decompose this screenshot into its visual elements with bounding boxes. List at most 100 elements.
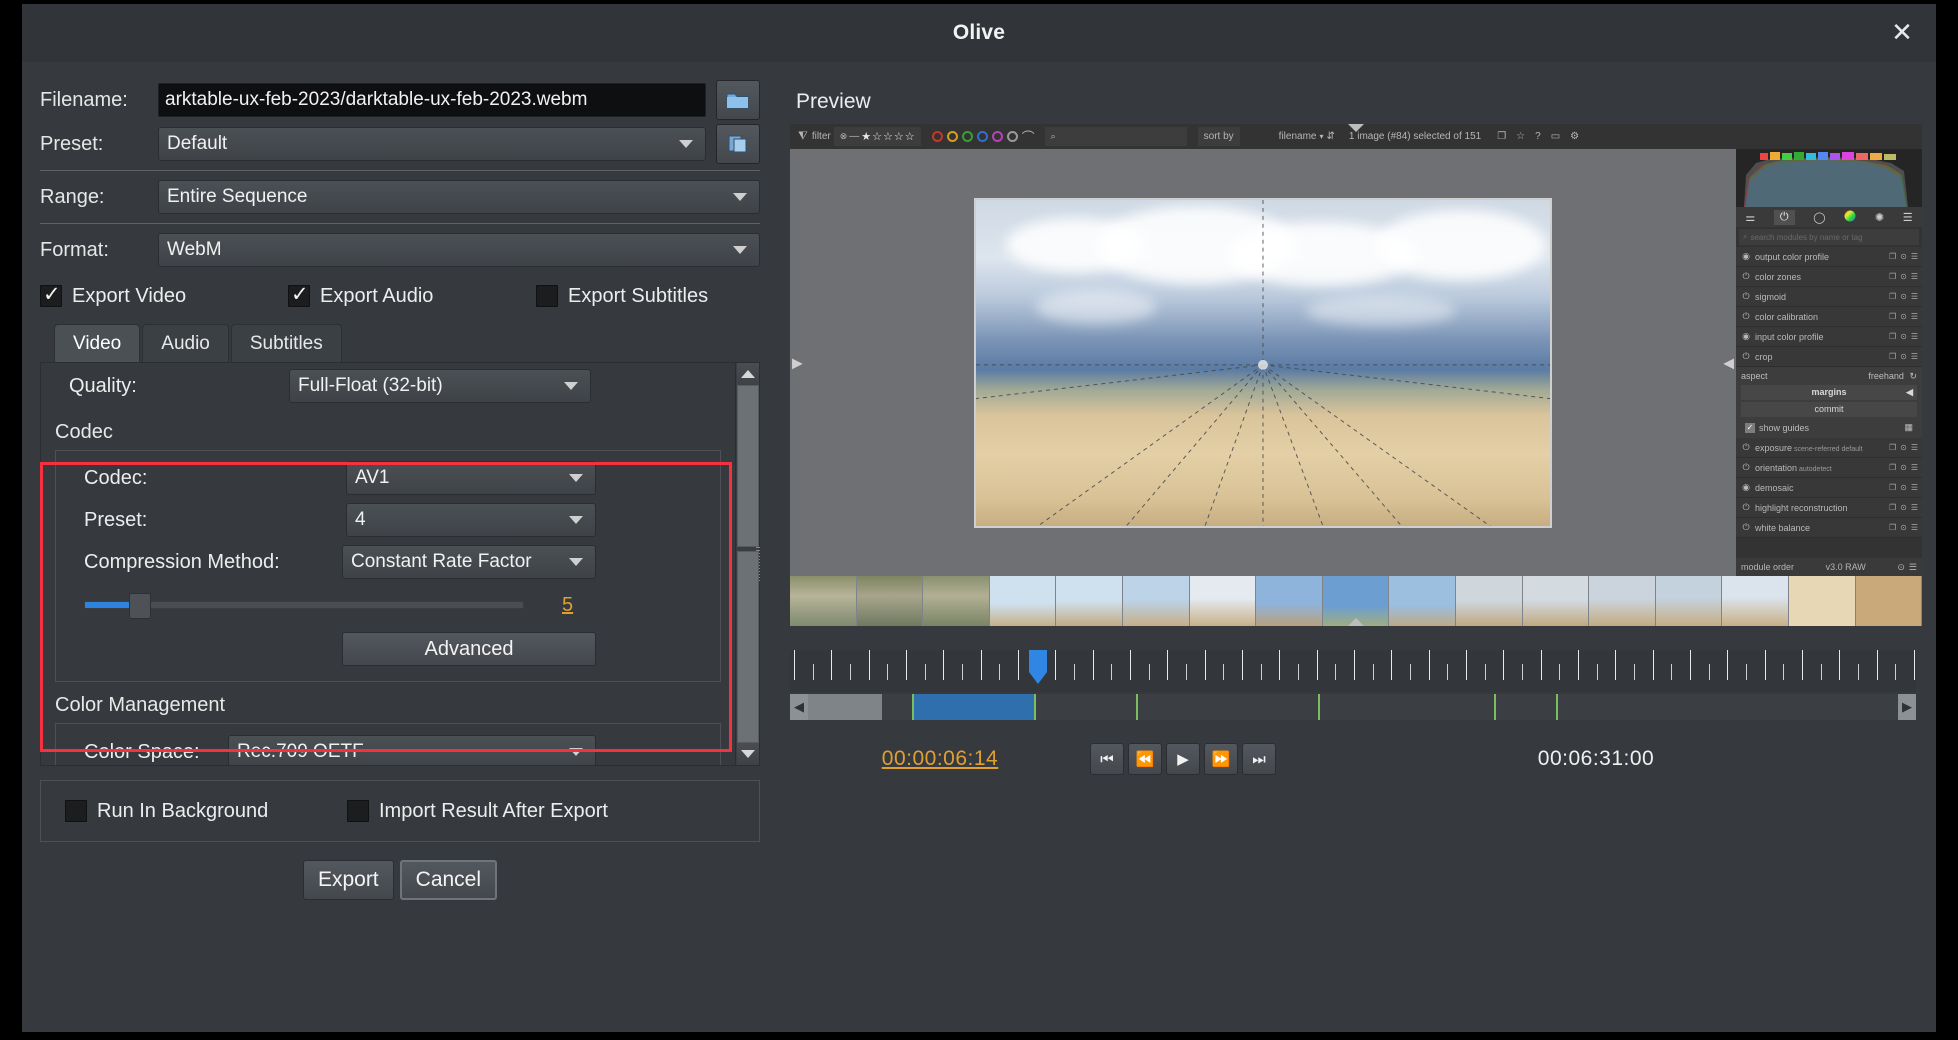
dt-histogram[interactable]: [1736, 149, 1922, 207]
preset-select[interactable]: Default: [158, 127, 706, 161]
filmstrip-thumb-selected[interactable]: [1855, 576, 1922, 626]
close-icon[interactable]: ✕: [1882, 13, 1922, 53]
dt-show-guides-row[interactable]: ✓ show guides ▦: [1741, 419, 1917, 436]
dt-image-canvas[interactable]: [974, 197, 1552, 528]
compression-select[interactable]: Constant Rate Factor: [342, 545, 596, 579]
codec-preset-select[interactable]: 4: [346, 503, 596, 537]
dt-right-panel-toggle[interactable]: ◀: [1723, 354, 1734, 371]
filmstrip-thumb[interactable]: [1122, 576, 1190, 626]
presets-icon[interactable]: ☰: [1911, 292, 1918, 301]
crf-slider-value[interactable]: 5: [562, 594, 573, 617]
rewind-button[interactable]: ⏪: [1128, 743, 1162, 775]
presets-icon[interactable]: ☰: [1911, 312, 1918, 321]
power-icon[interactable]: ⏻: [1740, 312, 1752, 322]
timeline-ruler[interactable]: [790, 650, 1916, 692]
radio-icon[interactable]: ◉: [1740, 332, 1752, 342]
crf-slider[interactable]: [84, 593, 524, 619]
filmstrip-thumb[interactable]: [1189, 576, 1257, 626]
duplicate-icon[interactable]: ❐: [1889, 332, 1896, 341]
run-in-background-checkbox[interactable]: Run In Background: [65, 800, 347, 823]
dt-module-row[interactable]: ⏻ orientation autodetect ❐ ⊙ ☰: [1736, 458, 1922, 478]
color-label-purple-icon[interactable]: [991, 131, 1003, 142]
presets-icon[interactable]: ☰: [1911, 272, 1918, 281]
arc-icon[interactable]: ⌒: [1022, 127, 1035, 146]
duplicate-icon[interactable]: ❐: [1889, 352, 1896, 361]
filter-icon[interactable]: ⧨: [798, 130, 808, 143]
dt-star-rating[interactable]: ★ ☆ ☆ ☆ ☆: [861, 130, 914, 143]
range-select[interactable]: Entire Sequence: [158, 180, 760, 214]
power-icon[interactable]: ⏻: [1740, 463, 1752, 473]
star-empty-icon[interactable]: ☆: [905, 130, 915, 143]
reset-icon[interactable]: ⊙: [1900, 443, 1907, 452]
preset-copy-button[interactable]: [716, 124, 760, 164]
timeline-scroll-track[interactable]: [808, 694, 1898, 720]
reset-icon[interactable]: ⊙: [1900, 252, 1907, 261]
presets-icon[interactable]: ☰: [1911, 252, 1918, 261]
current-timecode[interactable]: 00:00:06:14: [790, 747, 1090, 771]
filmstrip-thumb[interactable]: [856, 576, 924, 626]
slider-thumb[interactable]: [129, 593, 151, 619]
grid-icon[interactable]: ▦: [1904, 422, 1913, 433]
color-label-red-icon[interactable]: [931, 131, 943, 142]
dt-module-order-row[interactable]: module order v3.0 RAW ⊙ ☰: [1736, 558, 1922, 576]
dt-sort-field[interactable]: filename: [1279, 131, 1317, 142]
reset-icon[interactable]: ⊙: [1900, 332, 1907, 341]
dt-module-search-input[interactable]: ⌕ search modules by name or tag: [1739, 229, 1919, 245]
video-settings-scrollbar[interactable]: [736, 362, 760, 766]
power-icon[interactable]: ⏻: [1740, 503, 1752, 513]
dt-margins-button[interactable]: margins ◀: [1741, 385, 1917, 400]
star-empty-icon[interactable]: ☆: [883, 130, 893, 143]
help-icon[interactable]: ?: [1535, 131, 1541, 142]
format-select[interactable]: WebM: [158, 233, 760, 267]
dt-module-row[interactable]: ◉ demosaic ❐ ⊙ ☰: [1736, 478, 1922, 498]
play-button[interactable]: ▶: [1166, 743, 1200, 775]
go-to-start-button[interactable]: ⏮: [1090, 743, 1124, 775]
tab-audio[interactable]: Audio: [142, 324, 229, 362]
filmstrip-thumb[interactable]: [1256, 576, 1323, 626]
duplicate-icon[interactable]: ❐: [1889, 463, 1896, 472]
cancel-button[interactable]: Cancel: [399, 860, 498, 900]
export-subtitles-checkbox[interactable]: Export Subtitles: [536, 285, 708, 308]
layers-icon[interactable]: ❐: [1497, 131, 1506, 142]
reset-icon[interactable]: ⊙: [1900, 312, 1907, 321]
reset-icon[interactable]: ⊙: [1900, 483, 1907, 492]
presets-icon[interactable]: ☰: [1911, 503, 1918, 512]
hamburger-icon[interactable]: ☰: [1903, 211, 1913, 224]
filmstrip-thumb[interactable]: [989, 576, 1057, 626]
presets-icon[interactable]: ☰: [1911, 523, 1918, 532]
checkbox-box[interactable]: ✓: [1745, 422, 1755, 433]
dt-module-row[interactable]: ⏻ white balance ❐ ⊙ ☰: [1736, 518, 1922, 538]
color-label-yellow-icon[interactable]: [946, 131, 958, 142]
dt-color-labels[interactable]: ⌒: [931, 127, 1035, 146]
timeline-scrollbar[interactable]: ◀ ▶: [790, 694, 1916, 720]
presets-icon[interactable]: ☰: [1911, 332, 1918, 341]
reset-icon[interactable]: ⊙: [1897, 562, 1905, 573]
scroll-right-button[interactable]: ▶: [1898, 694, 1916, 720]
export-video-checkbox[interactable]: Export Video: [40, 282, 288, 308]
duplicate-icon[interactable]: ❐: [1889, 252, 1896, 261]
color-label-green-icon[interactable]: [961, 131, 973, 142]
export-audio-checkbox[interactable]: Export Audio: [288, 282, 536, 308]
dt-module-row[interactable]: ⏻ color zones ❐ ⊙ ☰: [1736, 267, 1922, 287]
duplicate-icon[interactable]: ❐: [1889, 272, 1896, 281]
circle-icon[interactable]: ◯: [1813, 211, 1825, 224]
dt-left-panel-toggle[interactable]: ▶: [792, 354, 803, 371]
dt-commit-button[interactable]: commit: [1741, 402, 1917, 417]
dt-module-row[interactable]: ◉ input color profile ❐ ⊙ ☰: [1736, 327, 1922, 347]
power-icon[interactable]: ⏻: [1773, 209, 1795, 225]
filmstrip-thumb[interactable]: [923, 576, 990, 626]
sort-ascending-icon[interactable]: ⇵: [1327, 131, 1335, 142]
reset-icon[interactable]: ⊙: [1900, 503, 1907, 512]
go-to-end-button[interactable]: ⏭: [1242, 743, 1276, 775]
presets-icon[interactable]: ☰: [1911, 352, 1918, 361]
tab-subtitles[interactable]: Subtitles: [230, 324, 342, 362]
filmstrip-thumb[interactable]: [1655, 576, 1723, 626]
power-icon[interactable]: ⏻: [1740, 272, 1752, 282]
filename-input[interactable]: arktable-ux-feb-2023/darktable-ux-feb-20…: [158, 83, 706, 117]
reset-icon[interactable]: ⊙: [1900, 463, 1907, 472]
scroll-down-button[interactable]: [736, 743, 759, 765]
panel-icon[interactable]: ▭: [1551, 131, 1560, 142]
filmstrip-thumb[interactable]: [1788, 576, 1856, 626]
presets-icon[interactable]: ☰: [1911, 463, 1918, 472]
presets-icon[interactable]: ☰: [1909, 562, 1917, 573]
